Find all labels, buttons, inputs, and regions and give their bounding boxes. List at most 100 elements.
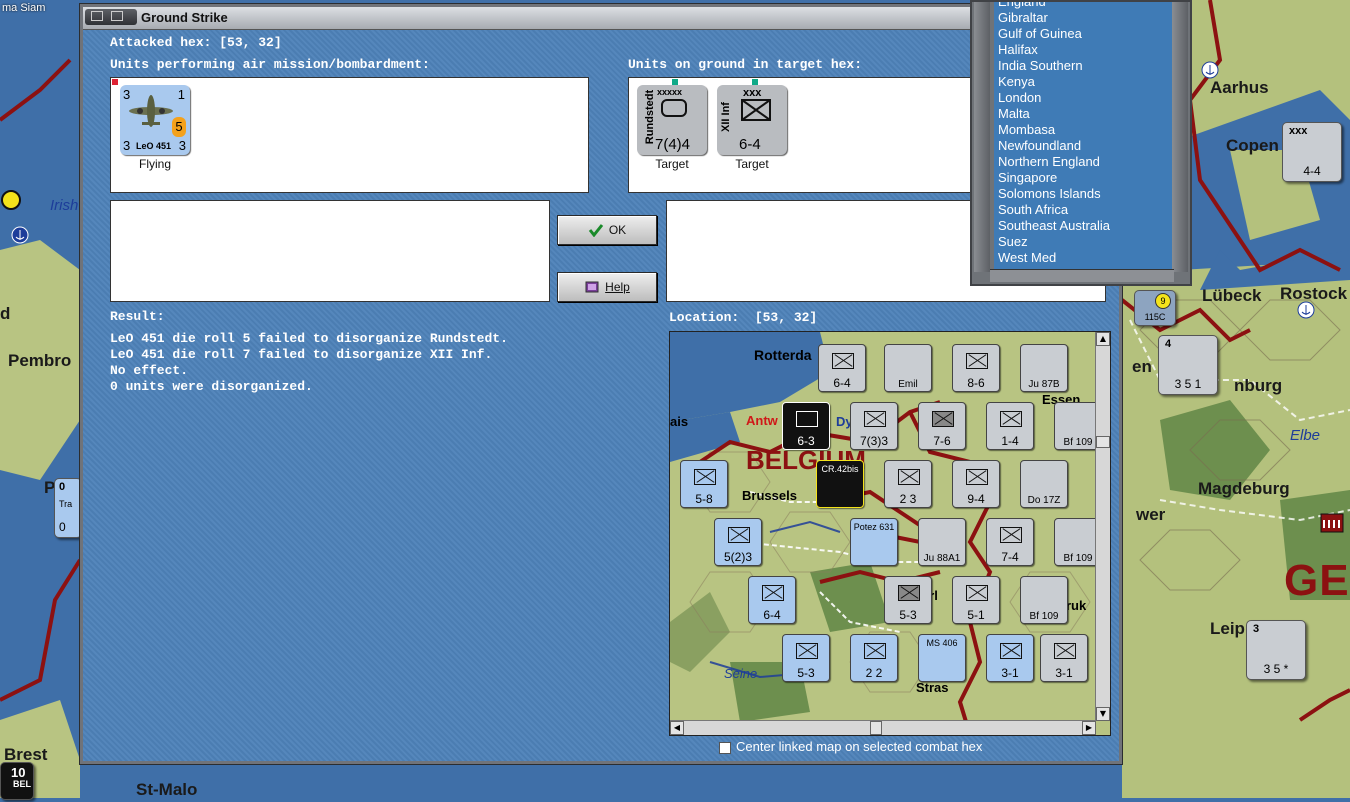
map-label: Stras [916,680,949,695]
help-button[interactable]: Help [557,272,657,302]
counter-strength: 6-3 [797,434,815,448]
counter-size: xxx [1289,125,1308,137]
unit-bottom-right-value: 3 [178,138,186,153]
location-list-item[interactable]: Southeast Australia [994,218,1174,234]
location-list-item[interactable]: Gulf of Guinea [994,26,1174,42]
map-unit-counter[interactable]: 9-4 [952,460,1000,508]
anchor-icon [1201,61,1219,79]
map-unit-counter[interactable]: 8-6 [952,344,1000,392]
air-unit-card[interactable]: 3 1 5 3 LeO 451 3 Flying [120,85,190,171]
map-unit-counter[interactable]: 3-1 [1040,634,1088,682]
air-units-label: Units performing air mission/bombardment… [110,57,430,72]
counter-strength: 5-3 [797,666,815,680]
location-list-item[interactable]: Kenya [994,74,1174,90]
center-linked-map-checkbox[interactable] [719,742,731,754]
map-unit-counter[interactable]: 7-4 [986,518,1034,566]
location-list-item[interactable]: Northern England [994,154,1174,170]
factory-icon [1320,513,1344,533]
air-unit-counter[interactable]: 3 1 5 3 LeO 451 3 [120,85,190,155]
counter-strength: 7(3)3 [859,434,888,448]
map-unit-counter[interactable]: 6-4 [818,344,866,392]
window-menu-icon[interactable] [85,9,137,25]
ok-button[interactable]: OK [557,215,657,245]
ground-units-label: Units on ground in target hex: [628,57,863,72]
map-unit-counter[interactable]: 1-4 [986,402,1034,450]
map-unit-counter[interactable]: CR.42bis [816,460,864,508]
location-list-item[interactable]: Mombasa [994,122,1174,138]
map-unit-counter[interactable]: 6-3 [782,402,830,450]
list-frame-right [1172,2,1188,272]
counter-strength: 6-4 [833,376,851,390]
result-line: No effect. [110,363,189,378]
location-list-item[interactable]: West Med [994,250,1174,266]
map-unit-counter[interactable]: 9 115C [1134,290,1176,326]
location-list-window: England Gibraltar Gulf of Guinea Halifax… [970,0,1192,286]
counter-label: Ju 87B [1028,379,1060,390]
counter-strength: 7-6 [933,434,951,448]
ground-unit-card[interactable]: xxxxx Rundstedt 7(4)4 Target [637,85,707,171]
map-label: ruk [1066,598,1087,613]
location-list-item[interactable]: Solomons Islands [994,186,1174,202]
linked-map[interactable]: Rotterda Antw BELGIUM Brussels Seine Str… [669,331,1111,736]
map-unit-counter[interactable]: 2 3 [884,460,932,508]
scroll-right-arrow-icon[interactable]: ▶ [1082,721,1096,735]
ground-unit-counter[interactable]: xxxxx Rundstedt 7(4)4 [637,85,707,155]
map-unit-counter[interactable]: MS 406 [918,634,966,682]
counter-strength: 0 [59,520,66,534]
map-unit-counter[interactable]: 5(2)3 [714,518,762,566]
map-unit-counter[interactable]: 6-4 [748,576,796,624]
location-list-item[interactable]: England [994,2,1174,10]
window-title: Ground Strike [141,10,228,25]
ground-unit-card[interactable]: xxx XII Inf 6-4 Target [717,85,787,171]
list-resize-bar[interactable] [990,269,1174,282]
location-list-item[interactable]: Newfoundland [994,138,1174,154]
scrollbar-thumb[interactable] [1096,436,1110,448]
attacker-detail-panel [110,200,550,302]
map-unit-counter[interactable]: 3 3 5 * [1246,620,1306,680]
map-unit-counter[interactable]: 3-1 [986,634,1034,682]
map-unit-counter[interactable]: 5-8 [680,460,728,508]
linked-map-vertical-scrollbar[interactable]: ▲ ▼ [1095,332,1110,721]
scrollbar-thumb[interactable] [870,721,882,735]
linked-map-horizontal-scrollbar[interactable]: ◀ ▶ [670,720,1096,735]
map-unit-counter[interactable]: 5-3 [884,576,932,624]
location-list-item[interactable]: Malta [994,106,1174,122]
counter-strength: 2 2 [865,666,883,680]
counter-label: Bf 109 [1029,611,1059,622]
map-unit-counter[interactable]: Emil [884,344,932,392]
counter-label: CR.42bis [821,464,859,474]
title-bar[interactable]: Ground Strike [83,7,1119,30]
ground-unit-counter[interactable]: xxx XII Inf 6-4 [717,85,787,155]
scroll-left-arrow-icon[interactable]: ◀ [670,721,684,735]
air-units-panel: 3 1 5 3 LeO 451 3 Flying [110,77,589,193]
counter-label: Emil [898,379,918,390]
anchor-icon [11,226,29,244]
unit-status: Target [735,157,769,171]
location-list-item[interactable]: Halifax [994,42,1174,58]
map-unit-counter[interactable]: 5-1 [952,576,1000,624]
map-unit-counter[interactable]: Ju 88A1 [918,518,966,566]
scroll-up-arrow-icon[interactable]: ▲ [1096,332,1110,346]
scroll-down-arrow-icon[interactable]: ▼ [1096,707,1110,721]
map-unit-counter[interactable]: Do 17Z [1020,460,1068,508]
location-list-item[interactable]: India Southern [994,58,1174,74]
map-unit-counter[interactable]: 0 Tra 0 [54,478,82,538]
location-list[interactable]: England Gibraltar Gulf of Guinea Halifax… [994,2,1174,270]
map-unit-counter[interactable]: 7-6 [918,402,966,450]
location-list-item[interactable]: London [994,90,1174,106]
map-unit-counter[interactable]: 10 BEL [0,762,34,800]
map-unit-counter[interactable]: Bf 109 [1020,576,1068,624]
location-list-item[interactable]: Suez [994,234,1174,250]
location-list-item[interactable]: Gibraltar [994,10,1174,26]
map-unit-counter[interactable]: Ju 87B [1020,344,1068,392]
map-unit-counter[interactable]: 2 2 [850,634,898,682]
map-label: Copen [1226,136,1279,155]
map-unit-counter[interactable]: Potez 631 [850,518,898,566]
headquarters-symbol-icon [661,99,687,117]
location-list-item[interactable]: Singapore [994,170,1174,186]
map-unit-counter[interactable]: 5-3 [782,634,830,682]
map-unit-counter[interactable]: 7(3)3 [850,402,898,450]
location-list-item[interactable]: South Africa [994,202,1174,218]
map-unit-counter[interactable]: xxx 4-4 [1282,122,1342,182]
map-unit-counter[interactable]: 4 3 5 1 [1158,335,1218,395]
